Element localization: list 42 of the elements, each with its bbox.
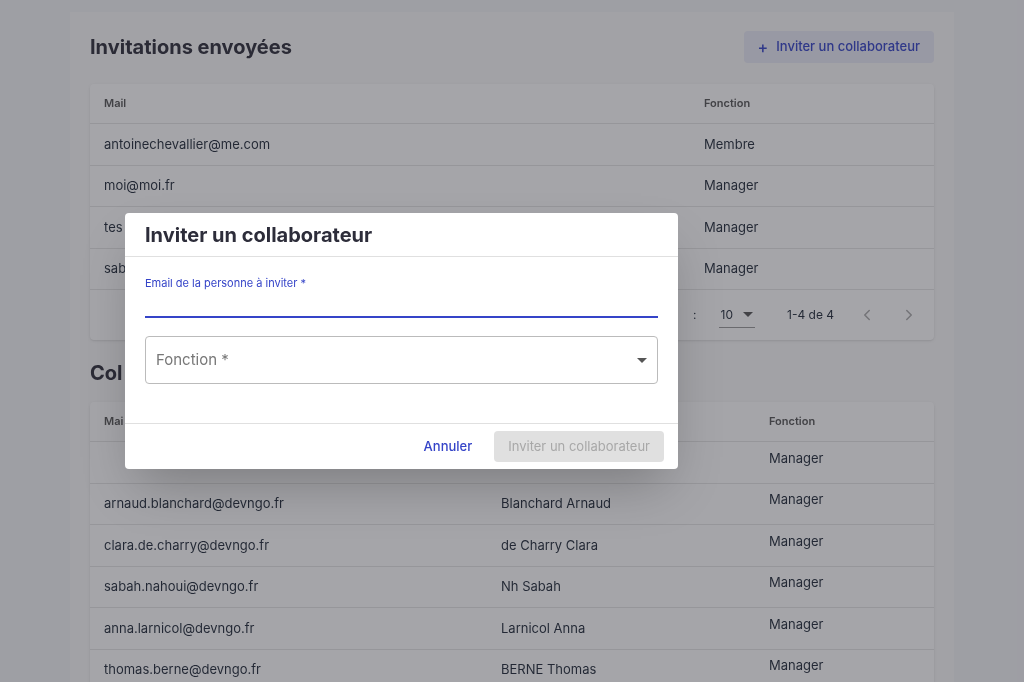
- invite-button[interactable]: + Inviter un collaborateur: [743, 31, 934, 63]
- table-cell: Manager: [769, 531, 824, 551]
- column-header: Mail: [104, 95, 128, 112]
- table-cell: arnaud.blanchard@devngo.fr: [104, 495, 284, 511]
- table-cell: Nh Sabah: [501, 578, 561, 594]
- table-cell: Blanchard Arnaud: [501, 495, 612, 511]
- table-cell: antoinechevallier@me.com: [104, 135, 271, 152]
- email-field[interactable]: Email de la personne à inviter *: [145, 275, 658, 318]
- table-cell-text: Manager: [769, 656, 824, 675]
- table-cell-text: Manager: [704, 259, 759, 278]
- table-cell-text: Manager: [704, 176, 759, 195]
- table-cell: anna.larnicol@devngo.fr: [104, 619, 255, 636]
- rows-per-page-select[interactable]: 10: [718, 302, 755, 328]
- table-cell: sabah.nahoui@devngo.fr: [104, 578, 259, 594]
- table-cell: Membre: [704, 134, 755, 154]
- caret-icon: [743, 312, 753, 317]
- dropdown-icon: [637, 357, 647, 363]
- table-cell: de Charry Clara: [501, 536, 598, 553]
- table-cell: Manager: [769, 448, 824, 468]
- table-cell: tes: [104, 218, 123, 235]
- table-cell-text: Manager: [769, 490, 824, 509]
- table-cell: Manager: [769, 614, 824, 634]
- column-header: Fonction: [704, 95, 751, 112]
- column-header: Mai: [104, 413, 125, 430]
- email-label: Email de la personne à inviter *: [145, 275, 307, 292]
- table-cell: BERNE Thomas: [501, 661, 597, 677]
- table-cell: moi@moi.fr: [104, 177, 175, 193]
- column-header: Fonction: [769, 413, 816, 430]
- table-cell: Larnicol Anna: [501, 619, 586, 636]
- cancel-button[interactable]: Annuler: [421, 436, 475, 457]
- table-cell: clara.de.charry@devngo.fr: [104, 536, 270, 553]
- table-cell: sab: [104, 260, 127, 276]
- plus-icon: +: [757, 39, 769, 55]
- rows-per-page-label: :: [693, 306, 697, 324]
- fonction-select[interactable]: Fonction *: [145, 336, 658, 384]
- table-cell: Manager: [704, 217, 759, 237]
- table-cell: thomas.berne@devngo.fr: [104, 661, 261, 677]
- page-range: 1-4 de 4: [787, 306, 834, 324]
- table-cell-text: Manager: [769, 573, 824, 592]
- dialog-title: Inviter un collaborateur: [145, 221, 373, 249]
- section-title: Col: [90, 360, 123, 387]
- section-title: Invitations envoyées: [90, 34, 292, 61]
